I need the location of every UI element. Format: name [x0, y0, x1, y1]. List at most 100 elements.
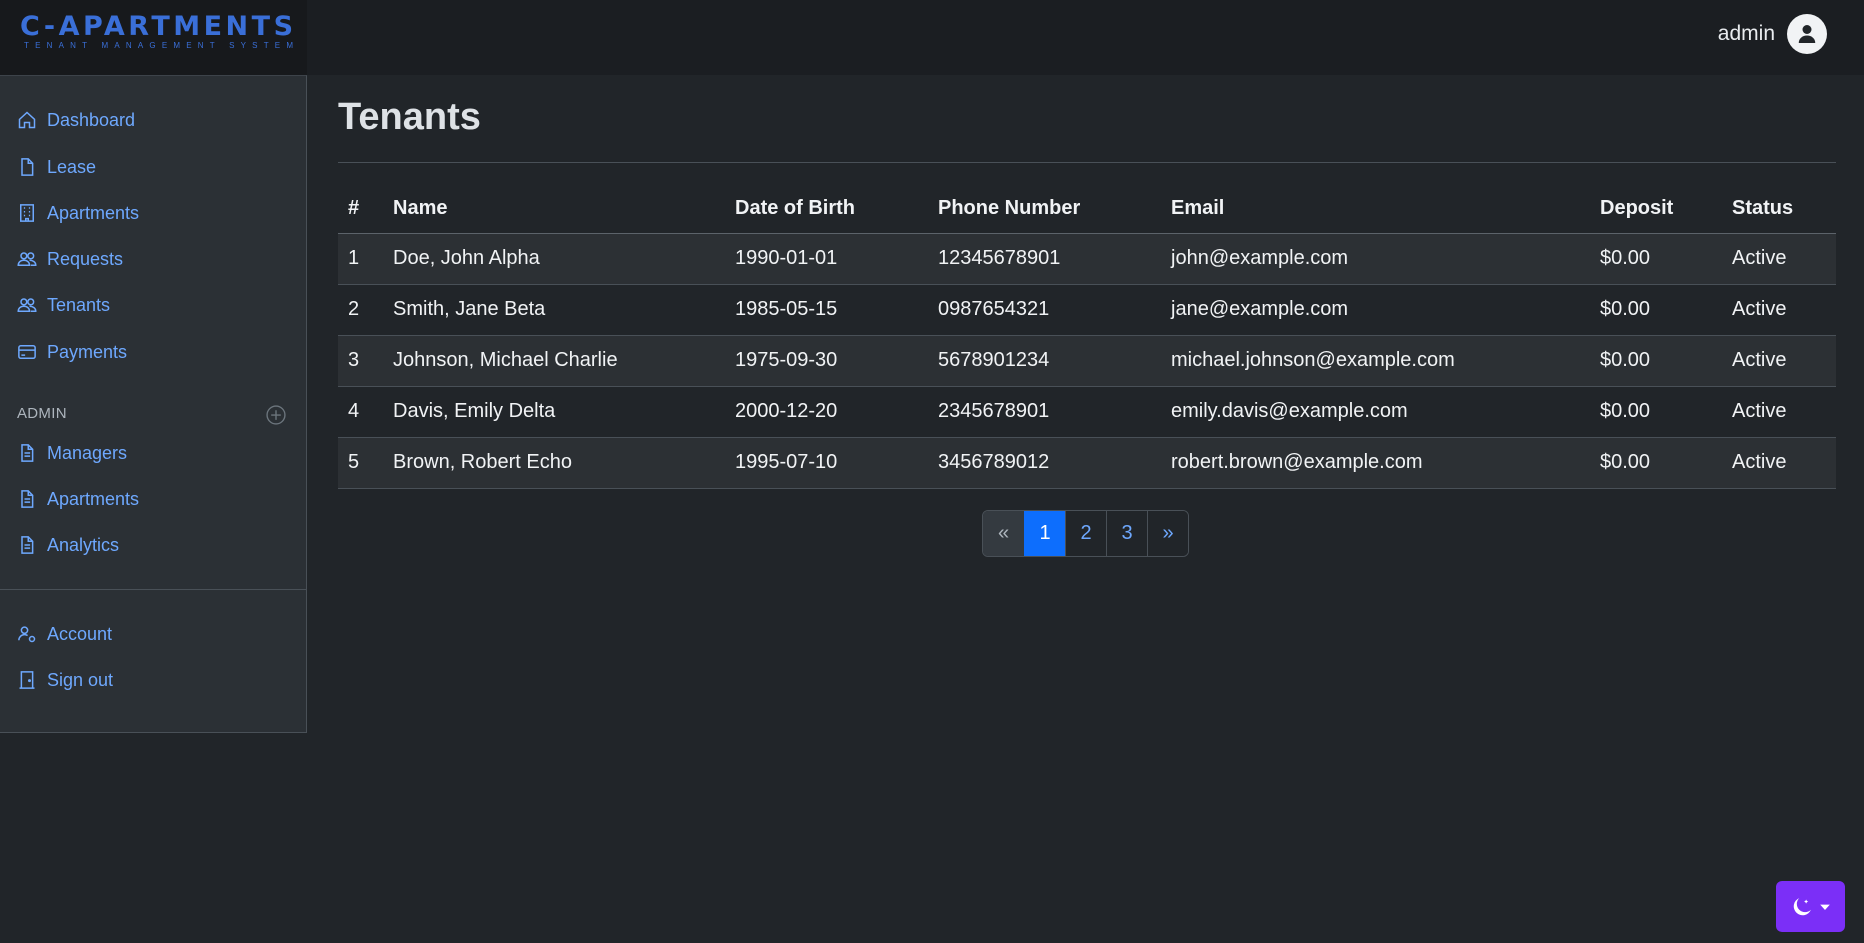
- column-header: Name: [383, 184, 725, 234]
- table-cell: Active: [1722, 233, 1836, 285]
- sidebar-item-label: Managers: [47, 442, 128, 463]
- sidebar-item-label: Sign out: [47, 669, 114, 690]
- table-cell: john@example.com: [1161, 233, 1590, 285]
- sidebar-item-label: Apartments: [47, 488, 140, 509]
- sidebar-item-analytics[interactable]: Analytics: [17, 530, 119, 560]
- sidebar-item-label: Analytics: [47, 534, 120, 555]
- table-cell: robert.brown@example.com: [1161, 437, 1590, 489]
- sidebar-item-label: Tenants: [47, 294, 111, 315]
- next-page-button[interactable]: »: [1147, 511, 1188, 556]
- sidebar-item-dashboard[interactable]: Dashboard: [17, 105, 135, 135]
- house-icon: [18, 111, 36, 129]
- table-row: 2 Smith, Jane Beta 1985-05-15 0987654321…: [338, 284, 1836, 336]
- sidebar-item-requests[interactable]: Requests: [17, 244, 123, 274]
- table-cell: Active: [1722, 386, 1836, 438]
- page-button-1[interactable]: 1: [1024, 511, 1065, 556]
- person-gear-icon: [18, 626, 36, 643]
- table-cell: 2: [338, 284, 383, 336]
- person-circle-icon: [1798, 25, 1816, 43]
- sidebar-item-label: Apartments: [47, 202, 140, 223]
- people-icon: [17, 252, 37, 266]
- table-cell: $0.00: [1590, 335, 1722, 387]
- previous-page-button[interactable]: «: [983, 511, 1024, 556]
- file-icon: [21, 158, 34, 176]
- table-cell: Davis, Emily Delta: [383, 386, 725, 438]
- table-cell: 1: [338, 233, 383, 285]
- building-icon: [20, 204, 34, 222]
- sidebar-item-label: Account: [47, 623, 113, 644]
- moon-stars-icon: [1793, 897, 1811, 915]
- file-text-icon: [21, 444, 34, 462]
- file-text-icon: [21, 536, 34, 554]
- table-cell: $0.00: [1590, 437, 1722, 489]
- sidebar-item-sign-out[interactable]: Sign out: [17, 665, 113, 695]
- page-button-3[interactable]: 3: [1106, 511, 1147, 556]
- table-cell: 5: [338, 437, 383, 489]
- sidebar-item-payments[interactable]: Payments: [17, 337, 127, 367]
- table-cell: 5678901234: [928, 335, 1161, 387]
- sidebar-item-tenants[interactable]: Tenants: [17, 290, 110, 320]
- table-cell: Active: [1722, 437, 1836, 489]
- table-row: 5 Brown, Robert Echo 1995-07-10 34567890…: [338, 437, 1836, 489]
- file-text-icon: [21, 490, 34, 508]
- brand-title: C-APARTMENTS: [20, 11, 297, 42]
- table-header-row: # Name Date of Birth Phone Number Email …: [338, 184, 1836, 234]
- table-cell: emily.davis@example.com: [1161, 386, 1590, 438]
- tenants-table: # Name Date of Birth Phone Number Email …: [338, 184, 1836, 489]
- theme-toggle-button[interactable]: [1776, 881, 1845, 932]
- user-name: admin: [1717, 22, 1775, 45]
- table-cell: Active: [1722, 335, 1836, 387]
- sidebar-item-label: Lease: [47, 156, 97, 177]
- table-cell: 1985-05-15: [725, 284, 928, 336]
- table-cell: 0987654321: [928, 284, 1161, 336]
- table-cell: 2000-12-20: [725, 386, 928, 438]
- table-cell: Brown, Robert Echo: [383, 437, 725, 489]
- column-header: Status: [1722, 184, 1836, 234]
- brand-logo[interactable]: C-APARTMENTS TENANT MANAGEMENT SYSTEM: [0, 0, 307, 75]
- sidebar-item-label: Payments: [47, 341, 128, 362]
- sidebar-item-admin-apartments[interactable]: Apartments: [17, 484, 139, 514]
- caret-down-icon: [1819, 904, 1830, 910]
- table-cell: 3456789012: [928, 437, 1161, 489]
- sidebar-item-managers[interactable]: Managers: [17, 438, 127, 468]
- table-cell: 3: [338, 335, 383, 387]
- user-menu[interactable]: admin: [1718, 13, 1827, 55]
- table-cell: $0.00: [1590, 233, 1722, 285]
- sidebar-item-label: Requests: [47, 248, 124, 269]
- top-navbar: C-APARTMENTS TENANT MANAGEMENT SYSTEM ad…: [0, 0, 1864, 75]
- table-cell: Smith, Jane Beta: [383, 284, 725, 336]
- table-cell: 1990-01-01: [725, 233, 928, 285]
- admin-section-heading: ADMIN: [17, 405, 67, 422]
- page-button-2[interactable]: 2: [1065, 511, 1106, 556]
- table-cell: 1995-07-10: [725, 437, 928, 489]
- table-row: 4 Davis, Emily Delta 2000-12-20 23456789…: [338, 386, 1836, 438]
- table-cell: $0.00: [1590, 284, 1722, 336]
- column-header: Deposit: [1590, 184, 1722, 234]
- pagination: « 1 2 3 »: [982, 510, 1189, 557]
- table-cell: 12345678901: [928, 233, 1161, 285]
- page-title: Tenants: [338, 96, 481, 138]
- avatar[interactable]: [1787, 14, 1827, 54]
- table-row: 1 Doe, John Alpha 1990-01-01 12345678901…: [338, 233, 1836, 285]
- table-cell: 1975-09-30: [725, 335, 928, 387]
- sidebar-item-apartments[interactable]: Apartments: [17, 198, 139, 228]
- title-divider: [338, 162, 1836, 163]
- sidebar: Dashboard Lease Apartments Requests Tena…: [0, 75, 307, 733]
- sidebar-item-account[interactable]: Account: [17, 619, 112, 649]
- sidebar-item-lease[interactable]: Lease: [17, 152, 96, 182]
- people-icon: [17, 298, 37, 312]
- brand-subtitle: TENANT MANAGEMENT SYSTEM: [24, 41, 300, 50]
- table-cell: Active: [1722, 284, 1836, 336]
- table-cell: jane@example.com: [1161, 284, 1590, 336]
- table-cell: Johnson, Michael Charlie: [383, 335, 725, 387]
- table-cell: 2345678901: [928, 386, 1161, 438]
- table-cell: $0.00: [1590, 386, 1722, 438]
- plus-circle-icon[interactable]: [265, 404, 287, 426]
- table-cell: michael.johnson@example.com: [1161, 335, 1590, 387]
- sidebar-divider: [0, 589, 306, 590]
- table-cell: 4: [338, 386, 383, 438]
- column-header: Email: [1161, 184, 1590, 234]
- door-icon: [19, 671, 35, 689]
- table-cell: Doe, John Alpha: [383, 233, 725, 285]
- sidebar-item-label: Dashboard: [47, 109, 136, 130]
